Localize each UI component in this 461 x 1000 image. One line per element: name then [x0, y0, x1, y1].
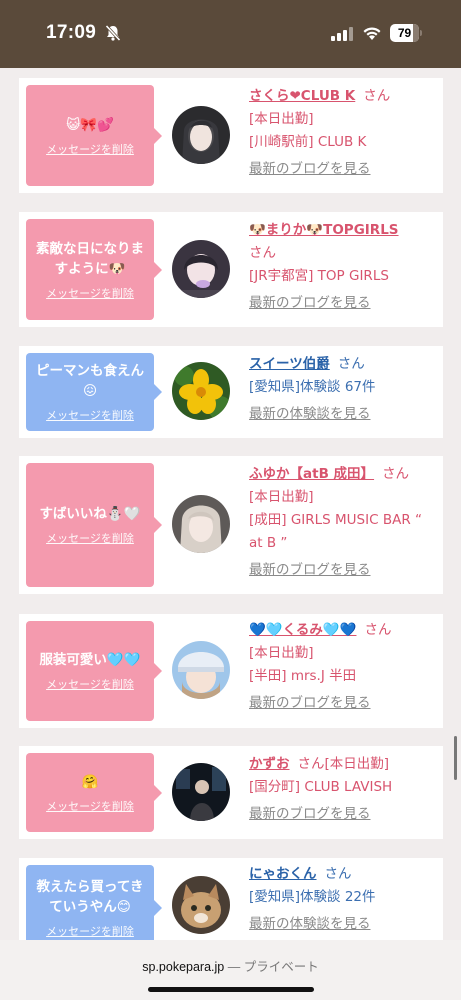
latest-review-link[interactable]: 最新の体験談を見る — [249, 403, 435, 426]
message-text: ピーマンも食えん😖 — [36, 363, 144, 399]
battery-icon: 79 — [390, 24, 422, 42]
sender-detail: [川崎駅前] CLUB K — [249, 134, 367, 150]
latest-blog-link[interactable]: 最新のブログを見る — [249, 803, 435, 826]
message-card: 教えたら買ってきていうやん😊 メッセージを削除 にゃおくん さん [愛知県]体験談… — [19, 858, 443, 940]
latest-blog-link[interactable]: 最新のブログを見る — [249, 158, 435, 181]
message-card: ピーマンも食えん😖 メッセージを削除 スイーツ伯爵 さん [愛知県]体験談 67件… — [19, 346, 443, 438]
avatar[interactable] — [172, 763, 230, 821]
bell-slash-icon — [105, 24, 121, 42]
latest-blog-link[interactable]: 最新のブログを見る — [249, 292, 435, 315]
latest-blog-link[interactable]: 最新のブログを見る — [249, 559, 435, 582]
sender-name-link[interactable]: 💙🩵くるみ🩵💙 — [249, 622, 356, 638]
sender-info: 🐶まりか🐶TOPGIRLS さん [JR宇都宮] TOP GIRLS 最新のブロ… — [249, 219, 435, 315]
sender-info: かずお さん[本日出勤] [国分町] CLUB LAVISH 最新のブログを見る — [249, 753, 435, 826]
honorific: さん — [324, 866, 352, 882]
delete-message-link[interactable]: メッセージを削除 — [46, 407, 134, 423]
message-bubble: 素敵な日になりますように🐶 メッセージを削除 — [26, 219, 162, 320]
wifi-icon — [363, 27, 381, 40]
message-card: 服装可愛い🩵🩵 メッセージを削除 💙🩵くるみ🩵💙 さん [本日出勤] [半田] m… — [19, 614, 443, 728]
sender-detail: [愛知県]体験談 67件 — [249, 379, 376, 395]
message-text: 素敵な日になりますように🐶 — [36, 240, 144, 277]
status-bar: 17:09 79 — [0, 0, 461, 68]
honorific: さん — [382, 466, 410, 482]
delete-message-link[interactable]: メッセージを削除 — [46, 676, 134, 692]
sender-detail: [成田] GIRLS MUSIC BAR “ at B ” — [249, 512, 422, 551]
message-bubble: 🤗 メッセージを削除 — [26, 753, 162, 832]
url-display[interactable]: sp.pokepara.jp — プライベート — [0, 956, 461, 975]
sender-info: さくら❤CLUB K さん [本日出勤] [川崎駅前] CLUB K 最新のブログ… — [249, 85, 435, 181]
sender-name-link[interactable]: さくら❤CLUB K — [249, 88, 355, 104]
sender-name-link[interactable]: スイーツ伯爵 — [249, 356, 330, 372]
sender-name-link[interactable]: かずお — [249, 756, 290, 772]
sender-detail: [国分町] CLUB LAVISH — [249, 779, 393, 795]
sender-detail: [本日出勤] — [249, 489, 314, 505]
honorific: さん — [337, 356, 365, 372]
avatar[interactable] — [172, 240, 230, 298]
private-mode-label: プライベート — [243, 960, 319, 974]
delete-message-link[interactable]: メッセージを削除 — [46, 141, 134, 157]
message-text: すばいいね⛄🤍 — [39, 506, 141, 522]
message-text: 服装可愛い🩵🩵 — [39, 652, 141, 668]
sender-name-link[interactable]: 🐶まりか🐶TOPGIRLS — [249, 222, 399, 238]
message-card: 🤗 メッセージを削除 かずお さん[本日出勤] [国分町] CLUB LAVISH… — [19, 746, 443, 839]
message-bubble: 服装可愛い🩵🩵 メッセージを削除 — [26, 621, 162, 721]
honorific: さん — [363, 88, 391, 104]
latest-blog-link[interactable]: 最新のブログを見る — [249, 692, 435, 715]
browser-address-bar[interactable]: sp.pokepara.jp — プライベート — [0, 940, 461, 1000]
sender-info: 💙🩵くるみ🩵💙 さん [本日出勤] [半田] mrs.J 半田 最新のブログを見る — [249, 619, 435, 715]
signal-icon — [331, 27, 353, 41]
sender-name-link[interactable]: ふゆか【atB 成田】 — [249, 466, 374, 482]
honorific: さん[本日出勤] — [297, 756, 390, 772]
delete-message-link[interactable]: メッセージを削除 — [46, 923, 134, 939]
message-card: 😺🎀💕 メッセージを削除 さくら❤CLUB K さん [本日出勤] [川崎駅前] … — [19, 78, 443, 193]
status-time: 17:09 — [46, 22, 97, 43]
delete-message-link[interactable]: メッセージを削除 — [46, 798, 134, 814]
home-indicator[interactable] — [148, 987, 314, 992]
avatar[interactable] — [172, 495, 230, 553]
delete-message-link[interactable]: メッセージを削除 — [46, 285, 134, 301]
url-text: sp.pokepara.jp — [142, 960, 225, 974]
sender-detail: [半田] mrs.J 半田 — [249, 668, 357, 684]
sender-info: にゃおくん さん [愛知県]体験談 22件 最新の体験談を見る — [249, 863, 435, 936]
message-bubble: ピーマンも食えん😖 メッセージを削除 — [26, 353, 162, 431]
avatar[interactable] — [172, 106, 230, 164]
message-bubble: 😺🎀💕 メッセージを削除 — [26, 85, 162, 186]
scrollbar[interactable] — [454, 736, 457, 780]
avatar[interactable] — [172, 641, 230, 699]
sender-detail: [JR宇都宮] TOP GIRLS — [249, 268, 389, 284]
battery-percent: 79 — [397, 26, 412, 40]
sender-name-link[interactable]: にゃおくん — [249, 866, 317, 882]
message-text: 😺🎀💕 — [66, 116, 114, 133]
sender-info: スイーツ伯爵 さん [愛知県]体験談 67件 最新の体験談を見る — [249, 353, 435, 426]
message-text: 教えたら買ってきていうやん😊 — [36, 879, 144, 915]
sender-detail: [本日出勤] — [249, 645, 314, 661]
message-bubble: すばいいね⛄🤍 メッセージを削除 — [26, 463, 162, 587]
message-card: すばいいね⛄🤍 メッセージを削除 ふゆか【atB 成田】 さん [本日出勤] [成… — [19, 456, 443, 594]
honorific: さん — [364, 622, 392, 638]
url-separator: — — [224, 960, 244, 974]
sender-detail: [本日出勤] — [249, 111, 314, 127]
delete-message-link[interactable]: メッセージを削除 — [46, 530, 134, 546]
latest-review-link[interactable]: 最新の体験談を見る — [249, 913, 435, 936]
message-bubble: 教えたら買ってきていうやん😊 メッセージを削除 — [26, 865, 162, 940]
honorific: さん — [249, 245, 276, 261]
message-list[interactable]: 😺🎀💕 メッセージを削除 さくら❤CLUB K さん [本日出勤] [川崎駅前] … — [0, 68, 461, 940]
avatar[interactable] — [172, 362, 230, 420]
message-card: 素敵な日になりますように🐶 メッセージを削除 🐶まりか🐶TOPGIRLS さん … — [19, 212, 443, 327]
avatar[interactable] — [172, 876, 230, 934]
message-text: 🤗 — [81, 773, 99, 790]
sender-info: ふゆか【atB 成田】 さん [本日出勤] [成田] GIRLS MUSIC BA… — [249, 463, 435, 582]
sender-detail: [愛知県]体験談 22件 — [249, 889, 376, 905]
